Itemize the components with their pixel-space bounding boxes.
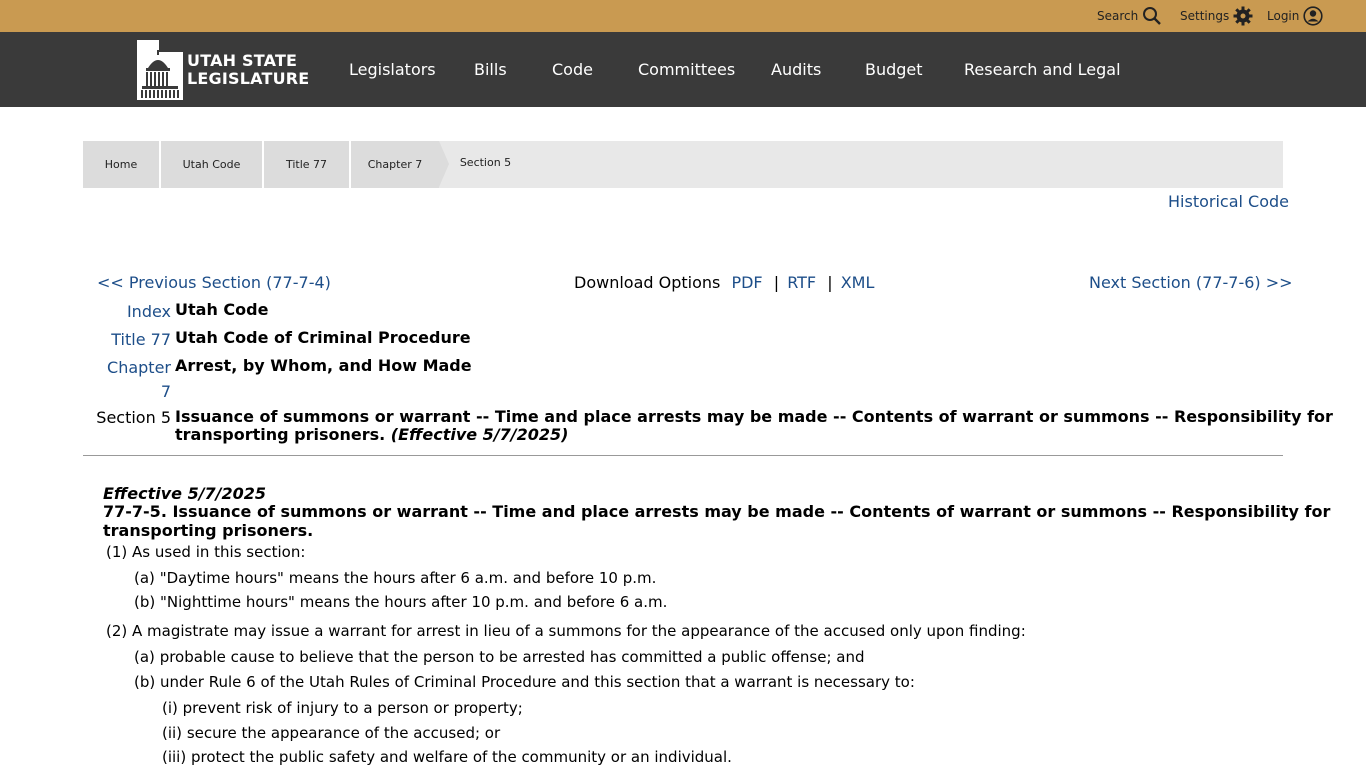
main-nav: UTAH STATE LEGISLATURE Legislators Bills… bbox=[0, 32, 1366, 107]
nav-budget[interactable]: Budget bbox=[865, 32, 923, 107]
subsection-number: (a) bbox=[134, 569, 155, 587]
previous-section-link[interactable]: << Previous Section (77-7-4) bbox=[97, 273, 331, 292]
nav-committees[interactable]: Committees bbox=[638, 32, 735, 107]
search-icon bbox=[1143, 7, 1162, 25]
section-value: Issuance of summons or warrant -- Time a… bbox=[175, 408, 1333, 444]
logo-line-2: LEGISLATURE bbox=[187, 69, 310, 88]
historical-code-link[interactable]: Historical Code bbox=[1168, 192, 1289, 211]
download-options-label: Download Options bbox=[574, 273, 721, 292]
section-value-line-2: transporting prisoners. bbox=[175, 425, 386, 444]
subsection-number: (iii) bbox=[162, 748, 187, 766]
subsection-2b: (b) under Rule 6 of the Utah Rules of Cr… bbox=[134, 673, 915, 691]
subsection-text: A magistrate may issue a warrant for arr… bbox=[132, 622, 1026, 640]
separator: | bbox=[773, 273, 780, 292]
subsection-1: (1) As used in this section: bbox=[106, 543, 305, 561]
nav-code[interactable]: Code bbox=[552, 32, 593, 107]
subsection-text: probable cause to believe that the perso… bbox=[159, 648, 865, 666]
subsection-text: protect the public safety and welfare of… bbox=[191, 748, 732, 766]
subsection-number: (i) bbox=[162, 699, 178, 717]
subsection-text: under Rule 6 of the Utah Rules of Crimin… bbox=[160, 673, 915, 691]
next-section-link[interactable]: Next Section (77-7-6) >> bbox=[1089, 273, 1293, 292]
breadcrumb-utah-code[interactable]: Utah Code bbox=[161, 141, 264, 188]
section-value-line-1: Issuance of summons or warrant -- Time a… bbox=[175, 407, 1333, 426]
download-pdf-link[interactable]: PDF bbox=[731, 273, 762, 292]
subsection-2: (2) A magistrate may issue a warrant for… bbox=[106, 622, 1026, 640]
logo-text: UTAH STATE LEGISLATURE bbox=[187, 52, 309, 88]
subsection-number: (b) bbox=[134, 593, 156, 611]
section-heading-line-1: 77-7-5. Issuance of summons or warrant -… bbox=[103, 502, 1331, 521]
logo-line-1: UTAH STATE bbox=[187, 51, 298, 70]
index-label[interactable]: Index bbox=[81, 302, 171, 321]
subsection-text: secure the appearance of the accused; or bbox=[186, 724, 501, 742]
utility-bar: Search Settings Login bbox=[0, 0, 1366, 32]
breadcrumb-home[interactable]: Home bbox=[83, 141, 161, 188]
subsection-number: (a) bbox=[134, 648, 155, 666]
search-link[interactable]: Search bbox=[1097, 0, 1162, 32]
subsection-2biii: (iii) protect the public safety and welf… bbox=[162, 748, 732, 766]
index-value: Utah Code bbox=[175, 300, 269, 319]
breadcrumb: Home Utah Code Title 77 Chapter 7 Sectio… bbox=[83, 141, 1283, 188]
title-value: Utah Code of Criminal Procedure bbox=[175, 328, 471, 347]
download-rtf-link[interactable]: RTF bbox=[787, 273, 816, 292]
subsection-2bii: (ii) secure the appearance of the accuse… bbox=[162, 724, 500, 742]
separator: | bbox=[827, 273, 833, 292]
breadcrumb-section-5: Section 5 bbox=[459, 156, 512, 169]
subsection-text: prevent risk of injury to a person or pr… bbox=[182, 699, 523, 717]
subsection-1b: (b) "Nighttime hours" means the hours af… bbox=[134, 593, 667, 611]
section-heading: 77-7-5. Issuance of summons or warrant -… bbox=[103, 502, 1330, 540]
subsection-number: (b) bbox=[134, 673, 156, 691]
chapter-label[interactable]: Chapter bbox=[81, 358, 171, 377]
settings-label: Settings bbox=[1180, 9, 1230, 23]
subsection-1a: (a) "Daytime hours" means the hours afte… bbox=[134, 569, 656, 587]
section-heading-line-2: transporting prisoners. bbox=[103, 521, 314, 540]
divider bbox=[83, 455, 1283, 456]
effective-date: Effective 5/7/2025 bbox=[103, 484, 267, 503]
chapter-value: Arrest, by Whom, and How Made bbox=[175, 356, 472, 375]
breadcrumb-chapter-7[interactable]: Chapter 7 bbox=[351, 141, 439, 188]
subsection-text: "Nighttime hours" means the hours after … bbox=[160, 593, 668, 611]
breadcrumb-arrow bbox=[439, 141, 449, 187]
subsection-text: As used in this section: bbox=[132, 543, 306, 561]
subsection-number: (ii) bbox=[162, 724, 183, 742]
chapter-number[interactable]: 7 bbox=[81, 382, 171, 401]
login-link[interactable]: Login bbox=[1267, 0, 1323, 32]
user-icon bbox=[1303, 6, 1323, 26]
subsection-number: (2) bbox=[106, 622, 128, 640]
subsection-number: (1) bbox=[106, 543, 128, 561]
title-label[interactable]: Title 77 bbox=[81, 330, 171, 349]
settings-link[interactable]: Settings bbox=[1180, 0, 1253, 32]
site-logo[interactable]: UTAH STATE LEGISLATURE bbox=[137, 40, 309, 100]
nav-research-and-legal[interactable]: Research and Legal bbox=[964, 32, 1121, 107]
section-label: Section 5 bbox=[96, 408, 171, 427]
download-options: Download Options PDF | RTF | XML bbox=[574, 273, 874, 292]
subsection-2a: (a) probable cause to believe that the p… bbox=[134, 648, 864, 666]
nav-legislators[interactable]: Legislators bbox=[349, 32, 436, 107]
gear-icon bbox=[1233, 6, 1253, 26]
nav-audits[interactable]: Audits bbox=[771, 32, 821, 107]
search-label: Search bbox=[1097, 9, 1139, 23]
capitol-logo-icon bbox=[137, 40, 183, 100]
section-effective: (Effective 5/7/2025) bbox=[390, 425, 569, 444]
download-xml-link[interactable]: XML bbox=[841, 273, 875, 292]
subsection-2bi: (i) prevent risk of injury to a person o… bbox=[162, 699, 523, 717]
subsection-text: "Daytime hours" means the hours after 6 … bbox=[159, 569, 657, 587]
nav-bills[interactable]: Bills bbox=[474, 32, 507, 107]
breadcrumb-title-77[interactable]: Title 77 bbox=[264, 141, 351, 188]
login-label: Login bbox=[1267, 9, 1300, 23]
